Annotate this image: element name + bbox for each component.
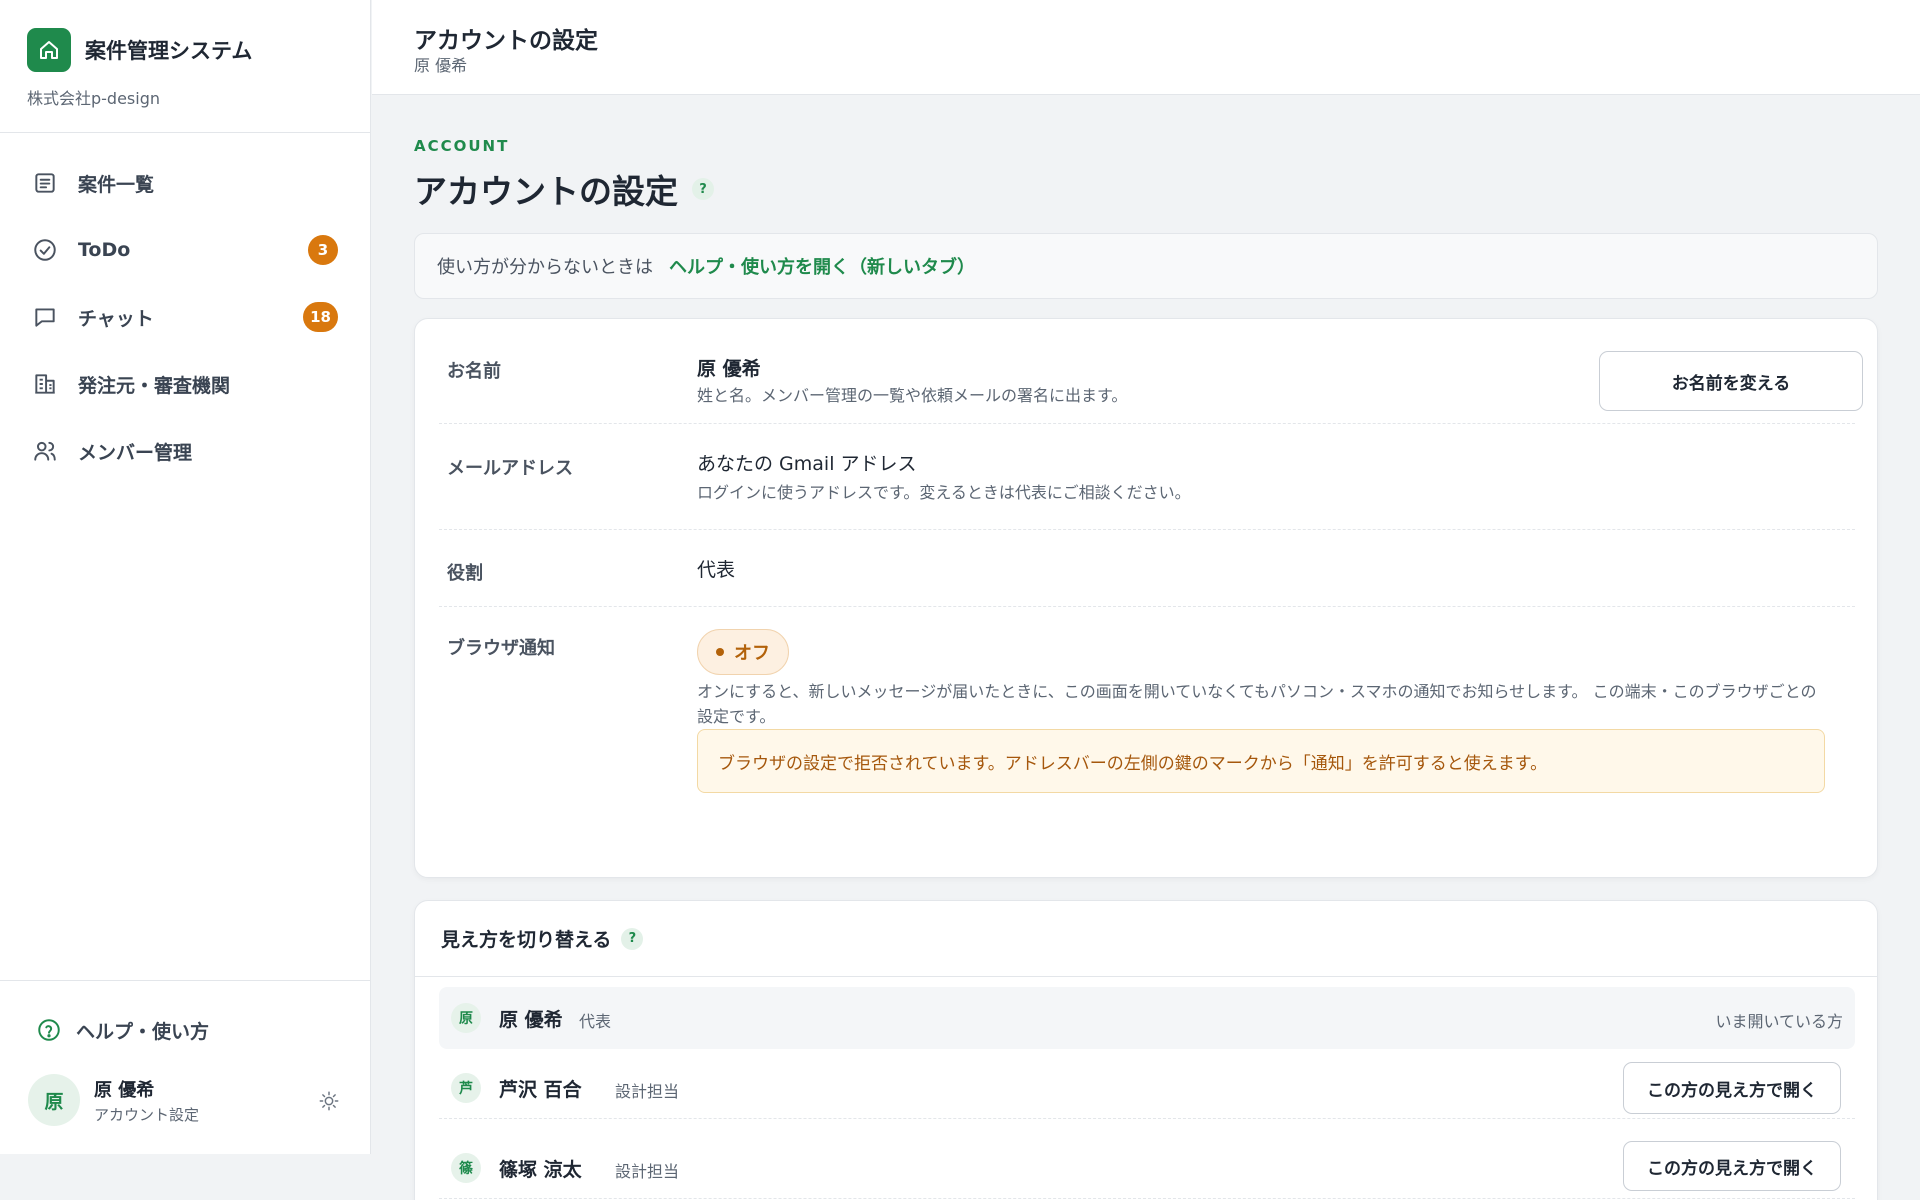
name-label: お名前 — [447, 361, 501, 382]
avatar: 原 — [451, 1003, 481, 1033]
email-value: あなたの Gmail アドレス — [697, 453, 917, 475]
avatar: 原 — [28, 1074, 80, 1126]
email-row: メールアドレス あなたの Gmail アドレス ログインに使うアドレスです。変え… — [439, 424, 1855, 530]
status-dot-icon — [716, 648, 724, 656]
building-icon — [35, 374, 55, 394]
nav-label: チャット — [78, 307, 154, 330]
member-row: 芦 芦沢 百合 設計担当 この方の見え方で開く — [439, 1057, 1855, 1119]
nav-label: ToDo — [78, 239, 131, 261]
open-as-member-button[interactable]: この方の見え方で開く — [1623, 1141, 1841, 1191]
help-banner-link[interactable]: ヘルプ・使い方を開く（新しいタブ） — [669, 253, 975, 279]
member-name: 原 優希 — [499, 1009, 563, 1031]
chat-bubble-icon — [35, 308, 55, 327]
question-circle-icon — [38, 1019, 60, 1041]
role-row: 役割 代表 — [439, 530, 1855, 607]
header-title: アカウントの設定 — [414, 28, 598, 54]
nav-item-clients[interactable]: 発注元・審査機関 — [24, 358, 344, 410]
help-question-icon[interactable]: ? — [692, 178, 714, 200]
member-row-current: 原 原 優希 代表 いま開いている方 — [439, 987, 1855, 1049]
current-viewer-label: いま開いている方 — [1715, 1012, 1843, 1031]
nav-label: メンバー管理 — [78, 441, 193, 464]
help-label: ヘルプ・使い方 — [76, 1020, 210, 1043]
nav-item-projects[interactable]: 案件一覧 — [24, 157, 344, 209]
account-card: お名前 原 優希 姓と名。メンバー管理の一覧や依頼メールの署名に出ます。 お名前… — [414, 318, 1878, 878]
nav-item-todo[interactable]: ToDo 3 — [24, 224, 344, 276]
sidebar: 案件管理システム 株式会社p-design 案件一覧 ToDo 3 チャット 1… — [0, 0, 371, 1154]
name-row: お名前 原 優希 姓と名。メンバー管理の一覧や依頼メールの署名に出ます。 お名前… — [439, 341, 1863, 424]
notification-label: ブラウザ通知 — [447, 638, 555, 659]
nav-item-members[interactable]: メンバー管理 — [24, 425, 344, 477]
role-label: 役割 — [447, 563, 483, 584]
open-as-member-button[interactable]: この方の見え方で開く — [1623, 1062, 1841, 1114]
help-link[interactable]: ヘルプ・使い方 — [36, 1014, 209, 1046]
page-title: アカウントの設定 — [414, 172, 678, 211]
notification-description: オンにすると、新しいメッセージが届いたときに、この画面を開いていなくてもパソコン… — [697, 682, 1817, 726]
user-subtitle: アカウント設定 — [94, 1105, 200, 1124]
permission-warning: ブラウザの設定で拒否されています。アドレスバーの左側の鍵のマークから「通知」を許… — [697, 729, 1825, 793]
notification-toggle[interactable]: オフ — [697, 629, 789, 675]
member-role: 代表 — [579, 1012, 612, 1031]
notification-status: オフ — [734, 643, 770, 664]
divider — [0, 132, 371, 133]
sun-icon[interactable] — [318, 1090, 340, 1112]
name-description: 姓と名。メンバー管理の一覧や依頼メールの署名に出ます。 — [697, 386, 1128, 405]
chat-count-badge: 18 — [303, 302, 338, 332]
notification-row: ブラウザ通知 オフ オンにすると、新しいメッセージが届いたときに、この画面を開い… — [439, 607, 1855, 847]
company-name: 株式会社p-design — [27, 89, 161, 108]
member-name: 芦沢 百合 — [499, 1079, 582, 1101]
help-question-icon[interactable]: ? — [621, 927, 644, 950]
member-role: 設計担当 — [615, 1162, 680, 1181]
member-role: 設計担当 — [615, 1082, 680, 1101]
nav-item-chat[interactable]: チャット 18 — [24, 291, 344, 343]
help-banner: 使い方が分からないときは ヘルプ・使い方を開く（新しいタブ） — [414, 233, 1878, 299]
nav-label: 発注元・審査機関 — [78, 374, 231, 397]
member-row: 篠 篠塚 涼太 設計担当 この方の見え方で開く — [439, 1137, 1855, 1199]
list-icon — [35, 173, 55, 193]
app-title: 案件管理システム — [85, 39, 253, 63]
help-banner-text: 使い方が分からないときは — [437, 257, 653, 278]
header: アカウントの設定 原 優希 — [372, 0, 1920, 95]
user-name: 原 優希 — [94, 1079, 155, 1101]
member-name: 篠塚 涼太 — [499, 1159, 582, 1181]
avatar: 芦 — [451, 1073, 481, 1103]
email-description: ログインに使うアドレスです。変えるときは代表にご相談ください。 — [697, 483, 1191, 502]
home-icon — [27, 28, 71, 72]
role-value: 代表 — [697, 559, 736, 581]
switch-view-title-wrap: 見え方を切り替える ? — [441, 925, 644, 952]
avatar: 篠 — [451, 1153, 481, 1183]
email-label: メールアドレス — [447, 458, 573, 479]
nav-label: 案件一覧 — [78, 173, 155, 196]
switch-view-title: 見え方を切り替える — [441, 929, 612, 951]
current-user[interactable]: 原 原 優希 アカウント設定 — [28, 1074, 199, 1126]
name-value: 原 優希 — [697, 358, 761, 380]
header-subtitle: 原 優希 — [414, 56, 468, 75]
check-circle-icon — [34, 239, 56, 261]
divider — [415, 976, 1877, 977]
todo-count-badge: 3 — [308, 235, 338, 265]
brand[interactable]: 案件管理システム — [27, 28, 252, 72]
switch-view-card: 見え方を切り替える ? 原 原 優希 代表 いま開いている方 芦 芦沢 百合 設… — [414, 900, 1878, 1200]
change-name-button[interactable]: お名前を変える — [1599, 351, 1863, 411]
section-eyebrow: ACCOUNT — [414, 137, 510, 155]
page-title-wrap: アカウントの設定 ? — [414, 165, 714, 213]
divider — [0, 980, 371, 981]
users-icon — [34, 441, 56, 461]
